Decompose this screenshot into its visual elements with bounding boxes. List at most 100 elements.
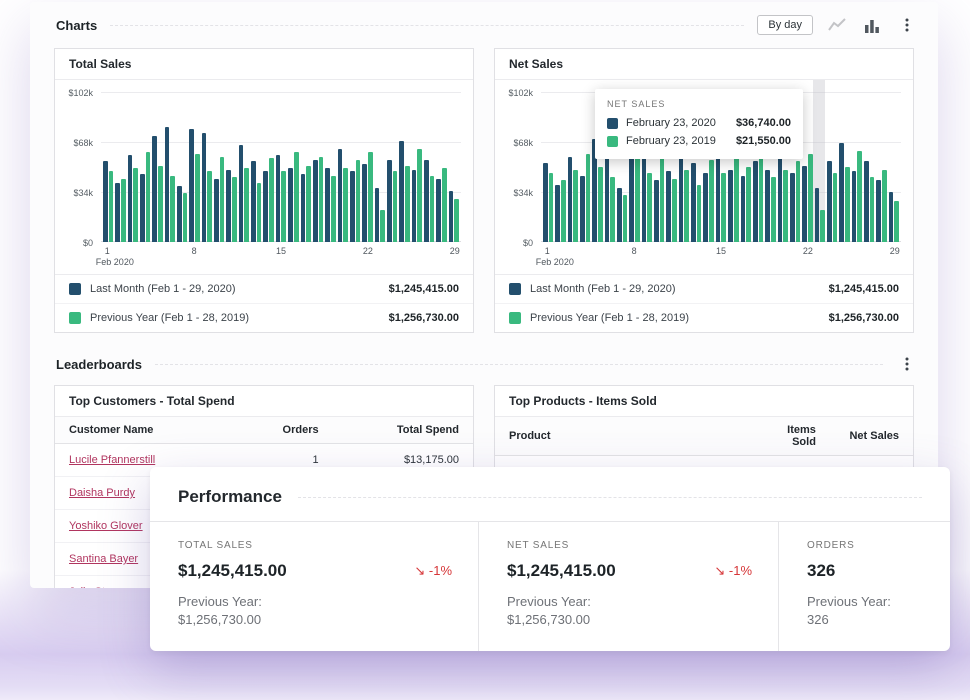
bar	[654, 180, 659, 242]
bar-group[interactable]	[177, 92, 187, 242]
bar	[889, 192, 894, 242]
bar	[393, 171, 398, 242]
bar-group[interactable]	[412, 92, 422, 242]
bar-group[interactable]	[375, 92, 385, 242]
bar-group[interactable]	[226, 92, 236, 242]
bar-group[interactable]	[580, 92, 590, 242]
bar	[146, 152, 151, 242]
bar-group[interactable]	[827, 92, 837, 242]
column-header: Orders	[233, 417, 333, 444]
row-link[interactable]: Daisha Purdy	[69, 487, 135, 499]
y-axis-label: $68k	[73, 138, 93, 148]
bar-group[interactable]	[165, 92, 175, 242]
bar-group[interactable]	[325, 92, 335, 242]
previous-year-value: $1,256,730.00	[178, 612, 454, 627]
bar	[790, 173, 795, 242]
bar	[586, 154, 591, 242]
kebab-menu-icon[interactable]	[896, 14, 918, 36]
bar-group[interactable]	[387, 92, 397, 242]
interval-select[interactable]: By day	[757, 15, 813, 35]
bar-group[interactable]	[889, 92, 899, 242]
bar-group[interactable]	[251, 92, 261, 242]
row-link[interactable]: Lucile Pfannerstill	[69, 454, 155, 466]
bar-group[interactable]	[568, 92, 578, 242]
bar	[294, 152, 299, 242]
bar-group[interactable]	[115, 92, 125, 242]
bar-group[interactable]	[802, 92, 812, 242]
row-link[interactable]: Santina Bayer	[69, 553, 138, 565]
bar-group[interactable]	[128, 92, 138, 242]
y-axis-label: $0	[523, 238, 533, 248]
table-title: Top Customers - Total Spend	[55, 386, 473, 417]
bar-group[interactable]	[424, 92, 434, 242]
bar-group[interactable]	[876, 92, 886, 242]
previous-year-label: Previous Year:	[507, 594, 754, 609]
bar	[276, 155, 281, 242]
bar-group[interactable]	[338, 92, 348, 242]
x-axis-month-label: Feb 2020	[536, 257, 574, 267]
bar-group[interactable]	[399, 92, 409, 242]
bar	[827, 161, 832, 242]
bar-group[interactable]	[263, 92, 273, 242]
bar	[839, 143, 844, 242]
bar-group[interactable]	[436, 92, 446, 242]
bar	[239, 145, 244, 242]
bar	[177, 186, 182, 242]
bar-group[interactable]	[449, 92, 459, 242]
legend-item[interactable]: Previous Year (Feb 1 - 28, 2019)$1,256,7…	[495, 303, 913, 332]
bar	[140, 174, 145, 242]
bar	[362, 164, 367, 242]
bar	[338, 149, 343, 242]
bar	[771, 177, 776, 242]
bar-group[interactable]	[276, 92, 286, 242]
bar	[424, 160, 429, 242]
bar-group[interactable]	[103, 92, 113, 242]
row-link[interactable]: Julio Stamm	[69, 586, 130, 588]
bar	[251, 161, 256, 242]
legend-item[interactable]: Last Month (Feb 1 - 29, 2020)$1,245,415.…	[55, 275, 473, 303]
bar-group[interactable]	[362, 92, 372, 242]
bar-group[interactable]	[301, 92, 311, 242]
bar	[325, 168, 330, 242]
trend-down-indicator: ↘ -1%	[414, 563, 454, 579]
line-chart-icon[interactable]	[826, 14, 848, 36]
kebab-menu-icon[interactable]	[896, 353, 918, 375]
bar-group[interactable]	[543, 92, 553, 242]
tooltip-date: February 23, 2020	[626, 117, 716, 129]
bar	[449, 191, 454, 242]
metric-label: ORDERS	[807, 540, 926, 551]
bar	[672, 179, 677, 242]
bar-group[interactable]	[839, 92, 849, 242]
bar-group[interactable]	[288, 92, 298, 242]
bar-group[interactable]	[202, 92, 212, 242]
bar-group[interactable]	[852, 92, 862, 242]
bar-group[interactable]	[313, 92, 323, 242]
x-axis-month-label: Feb 2020	[96, 257, 134, 267]
legend-item[interactable]: Last Month (Feb 1 - 29, 2020)$1,245,415.…	[495, 275, 913, 303]
row-link[interactable]: Yoshiko Glover	[69, 520, 143, 532]
performance-metric: ORDERS326Previous Year:326	[778, 522, 950, 651]
bar-group[interactable]	[152, 92, 162, 242]
bar	[815, 188, 820, 242]
leaderboards-section-title: Leaderboards	[56, 357, 142, 372]
total-sales-chart-panel: Total Sales $102k$68k$34k$0 18152229Feb …	[54, 48, 474, 333]
bar	[741, 176, 746, 242]
x-axis-label: 29	[890, 246, 900, 256]
performance-title: Performance	[178, 487, 282, 507]
bar-chart-icon[interactable]	[861, 14, 883, 36]
bar-group[interactable]	[815, 92, 825, 242]
tooltip-series-chip	[607, 136, 618, 147]
bar-group[interactable]	[189, 92, 199, 242]
charts-section-header: Charts By day	[30, 2, 938, 46]
bar-group[interactable]	[864, 92, 874, 242]
legend-item[interactable]: Previous Year (Feb 1 - 28, 2019)$1,256,7…	[55, 303, 473, 332]
bar	[549, 173, 554, 242]
legend-value: $1,256,730.00	[389, 312, 459, 324]
bar-group[interactable]	[555, 92, 565, 242]
table-header-row: Customer NameOrdersTotal Spend	[55, 417, 473, 444]
bar-group[interactable]	[239, 92, 249, 242]
bar-group[interactable]	[140, 92, 150, 242]
bar-group[interactable]	[214, 92, 224, 242]
bar	[387, 160, 392, 242]
bar-group[interactable]	[350, 92, 360, 242]
